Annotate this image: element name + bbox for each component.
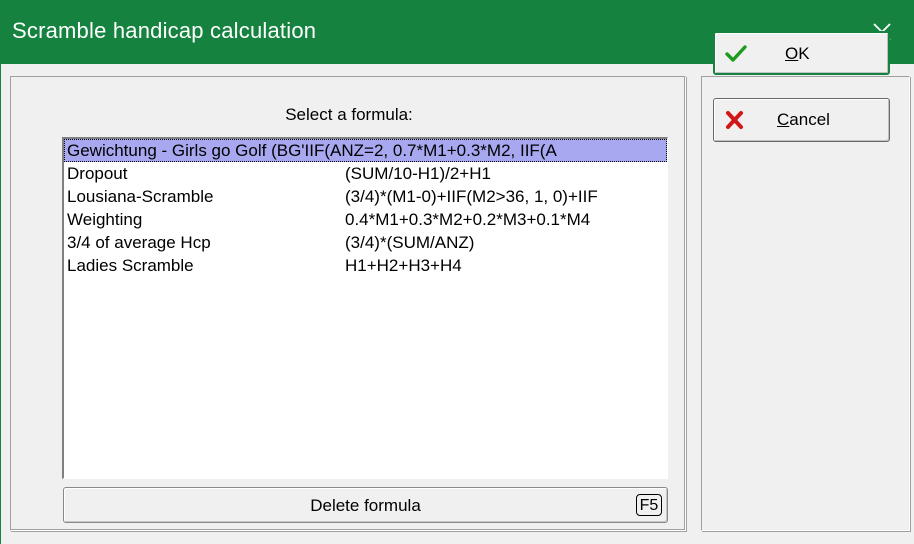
formula-name: Lousiana-Scramble — [67, 187, 214, 206]
formula-expression — [345, 139, 667, 162]
formula-expression: 0.4*M1+0.3*M2+0.2*M3+0.1*M4 — [345, 210, 591, 229]
checkmark-icon — [725, 45, 747, 62]
formula-expression: (3/4)*(SUM/ANZ) — [345, 233, 475, 252]
formula-listbox[interactable]: Gewichtung - Girls go Golf (BG'IIF(ANZ=2… — [62, 137, 668, 479]
red-x-icon — [726, 111, 743, 129]
ok-button[interactable]: OK — [713, 31, 890, 75]
action-panel — [701, 76, 910, 531]
formula-name: 3/4 of average Hcp — [67, 233, 211, 252]
f5-shortcut-badge: F5 — [636, 494, 662, 516]
list-item[interactable]: Lousiana-Scramble (3/4)*(M1-0)+IIF(M2>36… — [64, 185, 667, 208]
cancel-button[interactable]: Cancel — [713, 98, 890, 142]
formula-panel: Select a formula: Gewichtung - Girls go … — [10, 76, 686, 531]
formula-list-caption: Select a formula: — [285, 105, 413, 124]
formula-name: Dropout — [67, 164, 128, 183]
formula-expression: (SUM/10-H1)/2+H1 — [345, 164, 491, 183]
formula-expression: H1+H2+H3+H4 — [345, 256, 462, 275]
formula-name: Ladies Scramble — [67, 256, 194, 275]
list-item[interactable]: 3/4 of average Hcp (3/4)*(SUM/ANZ) — [64, 231, 667, 254]
window-title: Scramble handicap calculation — [12, 18, 317, 43]
formula-name: Gewichtung - Girls go Golf (BG'IIF(ANZ=2… — [67, 141, 557, 160]
list-item[interactable]: Dropout (SUM/10-H1)/2+H1 — [64, 162, 667, 185]
delete-formula-label: Delete formula — [310, 496, 421, 515]
list-item[interactable]: Weighting 0.4*M1+0.3*M2+0.2*M3+0.1*M4 — [64, 208, 667, 231]
formula-expression: (3/4)*(M1-0)+IIF(M2>36, 1, 0)+IIF — [345, 187, 598, 206]
ok-label: OK — [785, 44, 810, 63]
list-item[interactable]: Ladies Scramble H1+H2+H3+H4 — [64, 254, 667, 277]
cancel-label: Cancel — [777, 110, 830, 129]
delete-formula-button[interactable]: Delete formula F5 — [63, 487, 668, 523]
list-item[interactable]: Gewichtung - Girls go Golf (BG'IIF(ANZ=2… — [64, 139, 667, 162]
formula-name: Weighting — [67, 210, 143, 229]
